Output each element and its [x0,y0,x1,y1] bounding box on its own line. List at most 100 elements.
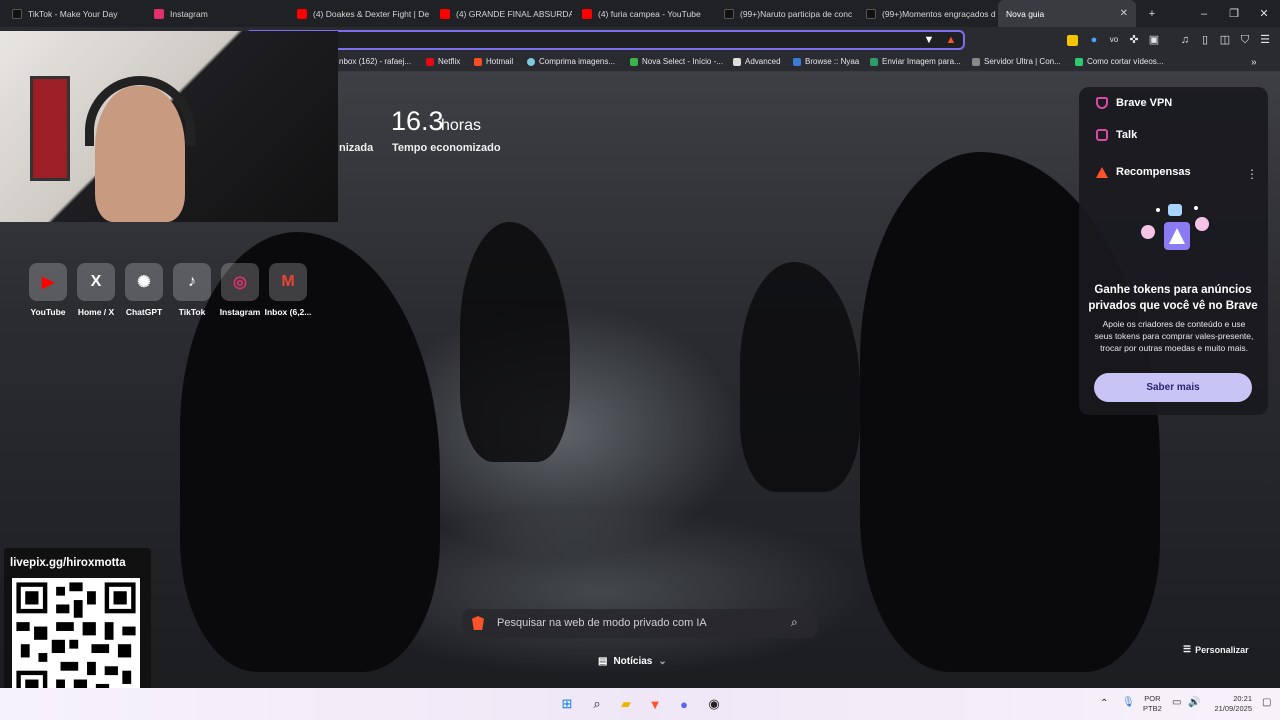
vpn-shield-icon [1096,97,1108,109]
tab-youtube-furia[interactable]: (4) furia campea - YouTube [574,0,714,27]
instagram-icon [154,8,164,19]
tiktok-icon [724,8,734,19]
bookmark-nova-select[interactable]: Nova Select - Início -... [630,57,723,66]
tab-tiktok-naruto[interactable]: (99+)Naruto participa de conc [716,0,856,27]
tiktok-icon [866,8,876,19]
bookmark-label: Nova Select - Início -... [642,57,723,66]
brave-rewards-icon[interactable]: ▲ [944,33,958,47]
nyaa-icon [793,57,801,66]
wallet-icon[interactable]: ◫ [1218,33,1232,47]
vpn-label: Brave VPN [1116,97,1173,109]
brave-talk-row[interactable]: Talk [1096,129,1137,141]
tab-label: (99+)Momentos engraçados d [882,8,996,19]
extensions-puzzle-icon[interactable]: ✜ [1127,33,1141,47]
tab-label: (4) GRANDE FINAL ABSURDA!! [456,8,572,19]
file-explorer-icon[interactable]: ▰ [615,693,637,715]
menu-icon[interactable]: ☰ [1258,33,1272,47]
stat-partial-label: nizada [339,142,374,154]
vpn-shield-icon[interactable]: ⛉ [1238,33,1252,47]
bookmark-como-cortar[interactable]: Como cortar vídeos... [1075,57,1163,66]
top-site-tiktok[interactable]: ♪ TikTok [168,263,216,317]
customize-button[interactable]: ☰ Personalizar [1183,644,1249,655]
brave-shields-icon[interactable]: ▼ [922,33,936,47]
bookmark-inbox[interactable]: nbox (162) - rafaej... [339,57,411,66]
webcam-overlay [0,31,338,222]
more-options-icon[interactable]: ⋮ [1246,167,1258,181]
tab-label: Nova guia [1006,8,1045,19]
extension-blue-icon[interactable]: ● [1087,33,1101,47]
top-site-chatgpt[interactable]: ✺ ChatGPT [120,263,168,317]
wall-painting [30,76,70,181]
restore-button[interactable]: ❐ [1219,0,1249,27]
new-tab-button[interactable]: + [1137,0,1167,27]
media-icon[interactable]: ♫ [1178,33,1192,47]
bookmark-label: Browse :: Nyaa [805,57,860,66]
screenshot-icon[interactable]: ▣ [1147,33,1161,47]
bookmarks-overflow-icon[interactable]: » [1251,57,1257,68]
bookmark-enviar-imagem[interactable]: Enviar Imagem para... [870,57,961,66]
language-indicator[interactable]: POR PTB2 [1143,694,1162,714]
bookmark-comprima[interactable]: Comprima imagens... [527,57,615,66]
top-site-label: ChatGPT [125,307,163,317]
tab-instagram[interactable]: Instagram [146,0,286,27]
search-icon[interactable]: ⌕ [791,615,805,629]
clock-date: 21/09/2025 [1214,704,1252,713]
discord-icon[interactable]: ● [673,693,695,715]
close-tab-icon[interactable]: ✕ [1120,8,1128,19]
instagram-icon: ◎ [221,263,259,301]
tab-label: (99+)Naruto participa de conc [740,8,853,19]
livepix-url: livepix.gg/hiroxmotta [10,557,126,569]
tab-label: (4) furia campea - YouTube [598,8,701,19]
top-site-instagram[interactable]: ◎ Instagram [216,263,264,317]
tab-tiktok-momentos[interactable]: (99+)Momentos engraçados d [858,0,998,27]
tray-chevron-icon[interactable]: ⌃ [1100,698,1108,709]
rewards-label: Recompensas [1116,166,1191,178]
search-input[interactable]: Pesquisar na web de modo privado com IA [497,617,707,629]
address-bar[interactable] [245,30,965,50]
bookmark-label: Netflix [438,57,461,66]
language-line1: POR [1144,694,1161,703]
tab-nova-guia[interactable]: Nova guia ✕ [998,0,1136,27]
customize-label: Personalizar [1195,644,1249,655]
brave-vpn-row[interactable]: Brave VPN [1096,97,1172,109]
sidebar-icon[interactable]: ▯ [1198,33,1212,47]
window-close-button[interactable]: ✕ [1249,0,1279,27]
bookmark-netflix[interactable]: Netflix [426,57,460,66]
brave-taskbar-icon[interactable]: ▼ [644,693,666,715]
learn-more-button[interactable]: Saber mais [1094,373,1252,402]
bookmark-label: Advanced [745,57,781,66]
news-button[interactable]: ▤ Notícias ⌄ [590,650,680,672]
bookmark-hotmail[interactable]: Hotmail [474,57,513,66]
tab-youtube-final[interactable]: (4) GRANDE FINAL ABSURDA!! [432,0,572,27]
volume-icon[interactable]: 🔊 [1188,697,1200,708]
top-site-label: Inbox (6,2... [264,307,312,317]
obs-icon[interactable]: ◉ [703,693,725,715]
tab-youtube-doakes[interactable]: (4) Doakes & Dexter Fight | De [289,0,429,27]
top-site-label: TikTok [178,307,206,317]
extension-vpn-icon[interactable]: vo [1107,33,1121,47]
hotmail-icon [474,57,482,66]
youtube-icon [440,8,450,19]
bookmark-servidor-ultra[interactable]: Servidor Ultra | Con... [972,57,1061,66]
network-icon[interactable]: ▭ [1172,697,1181,708]
crow-middle2-silhouette [740,262,860,492]
minimize-button[interactable]: – [1189,0,1219,27]
microphone-icon[interactable]: 🎙 [1122,697,1135,708]
tab-tiktok[interactable]: TikTok - Make Your Day [4,0,144,27]
tab-label: TikTok - Make Your Day [28,8,118,19]
extension-yellow-icon[interactable] [1067,35,1078,46]
x-logo-icon: X [77,263,115,301]
news-icon: ▤ [598,655,608,667]
clock[interactable]: 20:21 21/09/2025 [1207,694,1252,714]
brave-logo-icon [472,616,484,630]
top-site-gmail[interactable]: M Inbox (6,2... [264,263,312,317]
time-saved-label: Tempo economizado [392,142,501,154]
windows-start-icon[interactable]: ⊞ [556,693,578,715]
advanced-icon [733,57,741,66]
notifications-icon[interactable]: ▢ [1262,697,1271,708]
top-site-youtube[interactable]: ▶ YouTube [24,263,72,317]
bookmark-nyaa[interactable]: Browse :: Nyaa [793,57,859,66]
taskbar-search-icon[interactable]: ⌕ [586,693,608,715]
top-site-x[interactable]: X Home / X [72,263,120,317]
bookmark-advanced[interactable]: Advanced [733,57,781,66]
